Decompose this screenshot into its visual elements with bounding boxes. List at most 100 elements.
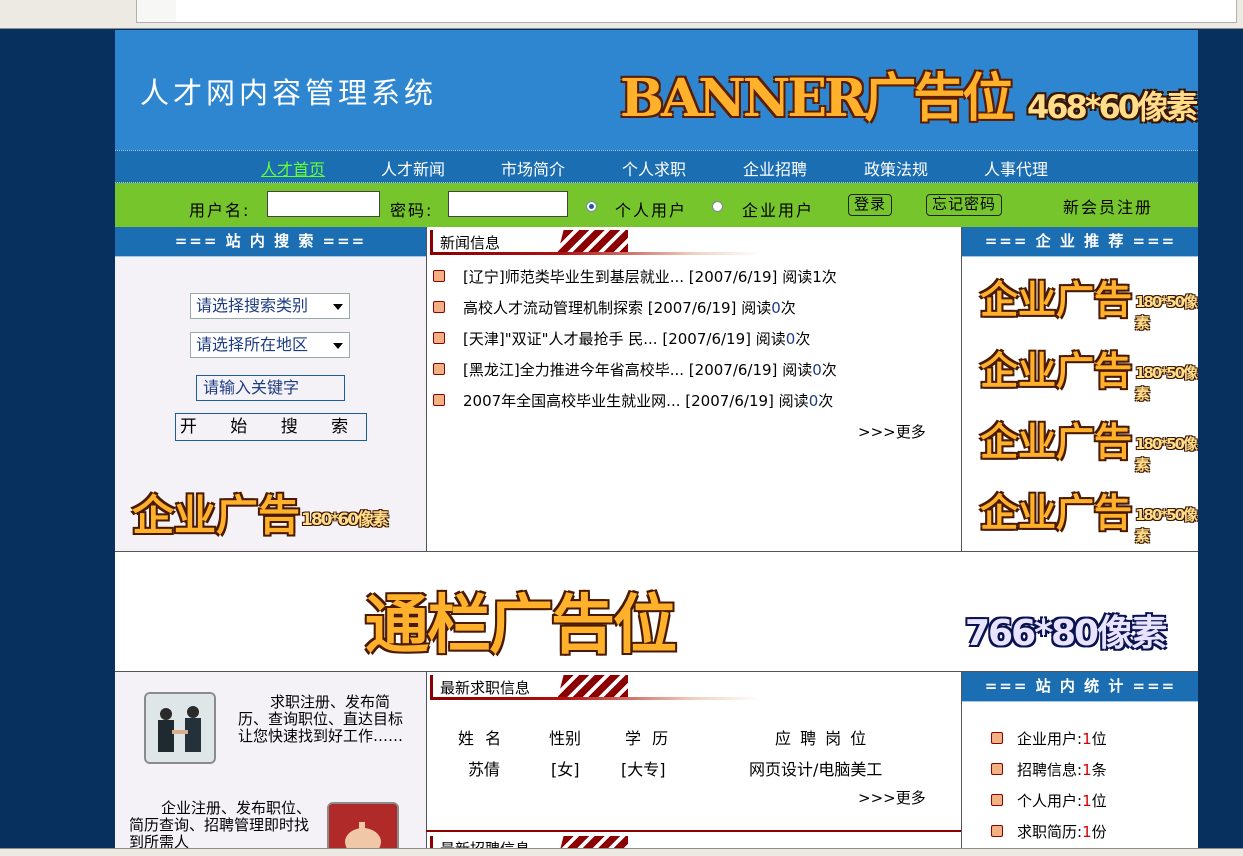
main-nav: 人才首页 人才新闻 市场简介 个人求职 企业招聘 政策法规 人事代理 xyxy=(115,150,1198,183)
news-title[interactable]: [辽宁]师范类毕业生到基层就业... xyxy=(463,268,684,286)
news-reads-unit: 次 xyxy=(818,392,834,410)
column-ad-size: 766*80像素 xyxy=(965,613,1167,654)
news-reads-count: 0 xyxy=(812,361,822,379)
jobseeker-blurb[interactable]: 求职注册、发布简历、查询职位、直达目标让您快速找到好工作…… xyxy=(238,694,410,745)
login-button[interactable]: 登录 xyxy=(848,194,893,216)
employer-blurb[interactable]: 企业注册、发布职位、简历查询、招聘管理即时找到所需人 xyxy=(129,800,315,849)
news-item[interactable]: [黑龙江]全力推进今年省高校毕... [2007/6/19] 阅读0次 xyxy=(433,359,837,380)
company-recommend-title: === 企 业 推 荐 === xyxy=(962,227,1198,257)
register-link[interactable]: 新会员注册 xyxy=(1063,194,1153,218)
column-ad-text[interactable]: 通栏广告位 xyxy=(365,574,677,666)
username-label: 用户名: xyxy=(189,201,251,220)
promo-panel: 求职注册、发布简历、查询职位、直达目标让您快速找到好工作…… 企业注册、发布职位… xyxy=(115,672,427,848)
search-button[interactable]: 开 始 搜 索 xyxy=(175,413,367,441)
username-input[interactable] xyxy=(267,191,380,217)
section-marker xyxy=(430,836,433,848)
stat-unit: 位 xyxy=(1091,730,1107,748)
site-title: 人才网内容管理系统 xyxy=(140,76,438,110)
news-reads-unit: 次 xyxy=(795,330,811,348)
divider xyxy=(426,830,961,832)
keyword-input[interactable]: 请输入关键字 xyxy=(196,375,345,401)
bullet-icon xyxy=(433,269,445,282)
nav-item-recruit[interactable]: 企业招聘 xyxy=(743,156,807,180)
news-reads-count: 0 xyxy=(785,330,796,348)
news-date: [2007/6/19] xyxy=(688,361,778,379)
bullet-icon xyxy=(991,793,1003,806)
region-select[interactable]: 请选择所在地区 xyxy=(190,332,350,358)
news-title[interactable]: [黑龙江]全力推进今年省高校毕... xyxy=(463,361,684,379)
stat-item: 个人用户:1位 xyxy=(991,790,1107,811)
company-ad-size: 180*50像素 xyxy=(1135,293,1198,332)
search-panel: === 站 内 搜 索 === 请选择搜索类别 请选择所在地区 请输入关键字 开… xyxy=(115,227,427,552)
stat-label: 个人用户: xyxy=(1017,792,1083,810)
left-ad-size: 180*60像素 xyxy=(301,510,389,530)
nav-item-home[interactable]: 人才首页 xyxy=(261,156,325,180)
nav-item-jobseek[interactable]: 个人求职 xyxy=(622,156,686,180)
nav-item-hr-agency[interactable]: 人事代理 xyxy=(984,156,1048,180)
banner-ad-text[interactable]: BANNER广告位 xyxy=(620,56,1014,131)
news-title[interactable]: [天津]"双证"人才最抢手 民... xyxy=(463,330,658,348)
recruit-section-header: 最新招聘信息 xyxy=(430,836,760,848)
cell-name[interactable]: 苏倩 xyxy=(468,756,500,780)
news-reads-unit: 次 xyxy=(821,268,837,286)
stat-unit: 位 xyxy=(1091,792,1107,810)
stat-label: 企业用户: xyxy=(1017,730,1083,748)
news-item[interactable]: [天津]"双证"人才最抢手 民... [2007/6/19] 阅读0次 xyxy=(433,328,810,349)
table-header-position: 应 聘 岗 位 xyxy=(775,729,869,748)
news-item[interactable]: 2007年全国高校毕业生就业网... [2007/6/19] 阅读0次 xyxy=(433,390,833,411)
company-ad-text[interactable]: 企业广告 xyxy=(980,411,1132,466)
radio-company-user[interactable] xyxy=(712,201,723,212)
bullet-icon xyxy=(991,824,1003,837)
company-ad-text[interactable]: 企业广告 xyxy=(980,340,1132,395)
company-ad-text[interactable]: 企业广告 xyxy=(980,269,1132,324)
stat-unit: 份 xyxy=(1091,823,1107,841)
news-reads-count: 0 xyxy=(771,299,781,317)
radio-personal-user[interactable] xyxy=(586,201,597,212)
forgot-password-button[interactable]: 忘记密码 xyxy=(926,194,1003,216)
browser-toolbar-button[interactable] xyxy=(136,0,178,23)
news-date: [2007/6/19] xyxy=(685,392,774,410)
nav-item-news[interactable]: 人才新闻 xyxy=(381,156,445,180)
category-select[interactable]: 请选择搜索类别 xyxy=(190,293,350,319)
stat-item: 求职简历:1份 xyxy=(991,821,1107,842)
table-header-name: 姓 名 xyxy=(458,729,505,748)
stat-item: 企业用户:1位 xyxy=(991,728,1107,749)
news-more-link[interactable]: >>>更多 xyxy=(858,421,926,442)
bullet-icon xyxy=(433,331,445,344)
password-label: 密码: xyxy=(390,201,434,220)
nav-item-policy[interactable]: 政策法规 xyxy=(864,156,928,180)
company-ad-size: 180*50像素 xyxy=(1135,364,1198,403)
jobseekers-more-link[interactable]: >>>更多 xyxy=(858,787,926,808)
news-date: [2007/6/19] xyxy=(647,299,737,317)
hand-photo xyxy=(327,802,399,848)
cell-gender: [女] xyxy=(551,760,580,779)
browser-toolbar xyxy=(0,0,1243,29)
handshake-photo xyxy=(144,692,216,764)
news-title[interactable]: 高校人才流动管理机制探索 xyxy=(463,299,643,317)
left-ad-text[interactable]: 企业广告 xyxy=(132,482,300,543)
jobseekers-section-header: 最新求职信息 xyxy=(430,675,760,700)
news-section-header: 新闻信息 xyxy=(430,230,760,255)
company-ad-size: 180*50像素 xyxy=(1135,506,1198,545)
company-ad-text[interactable]: 企业广告 xyxy=(980,482,1132,537)
news-date: [2007/6/19] xyxy=(688,268,778,286)
news-reads-label: 阅读 xyxy=(782,268,813,286)
stat-value: 1 xyxy=(1082,792,1092,810)
section-marker xyxy=(430,230,433,254)
company-recommend-panel: === 企 业 推 荐 === 企业广告 180*50像素 企业广告 180*5… xyxy=(961,227,1198,552)
header-banner: 人才网内容管理系统 BANNER广告位 468*60像素 xyxy=(115,30,1198,150)
news-item[interactable]: 高校人才流动管理机制探索 [2007/6/19] 阅读0次 xyxy=(433,297,796,318)
jobseekers-section-title: 最新求职信息 xyxy=(440,679,531,697)
recruit-section-title: 最新招聘信息 xyxy=(440,838,530,848)
news-reads-label: 阅读 xyxy=(741,299,772,317)
browser-address-field[interactable] xyxy=(176,0,1237,23)
section-marker xyxy=(430,675,433,699)
news-item[interactable]: [辽宁]师范类毕业生到基层就业... [2007/6/19] 阅读1次 xyxy=(433,266,837,287)
stat-label: 求职简历: xyxy=(1017,823,1083,841)
news-title[interactable]: 2007年全国高校毕业生就业网... xyxy=(463,392,680,410)
bullet-icon xyxy=(433,300,445,313)
page-content: 人才网内容管理系统 BANNER广告位 468*60像素 人才首页 人才新闻 市… xyxy=(115,30,1198,848)
nav-item-market[interactable]: 市场简介 xyxy=(501,156,565,180)
column-ad-banner: 通栏广告位 766*80像素 xyxy=(115,552,1198,672)
password-input[interactable] xyxy=(448,191,568,217)
